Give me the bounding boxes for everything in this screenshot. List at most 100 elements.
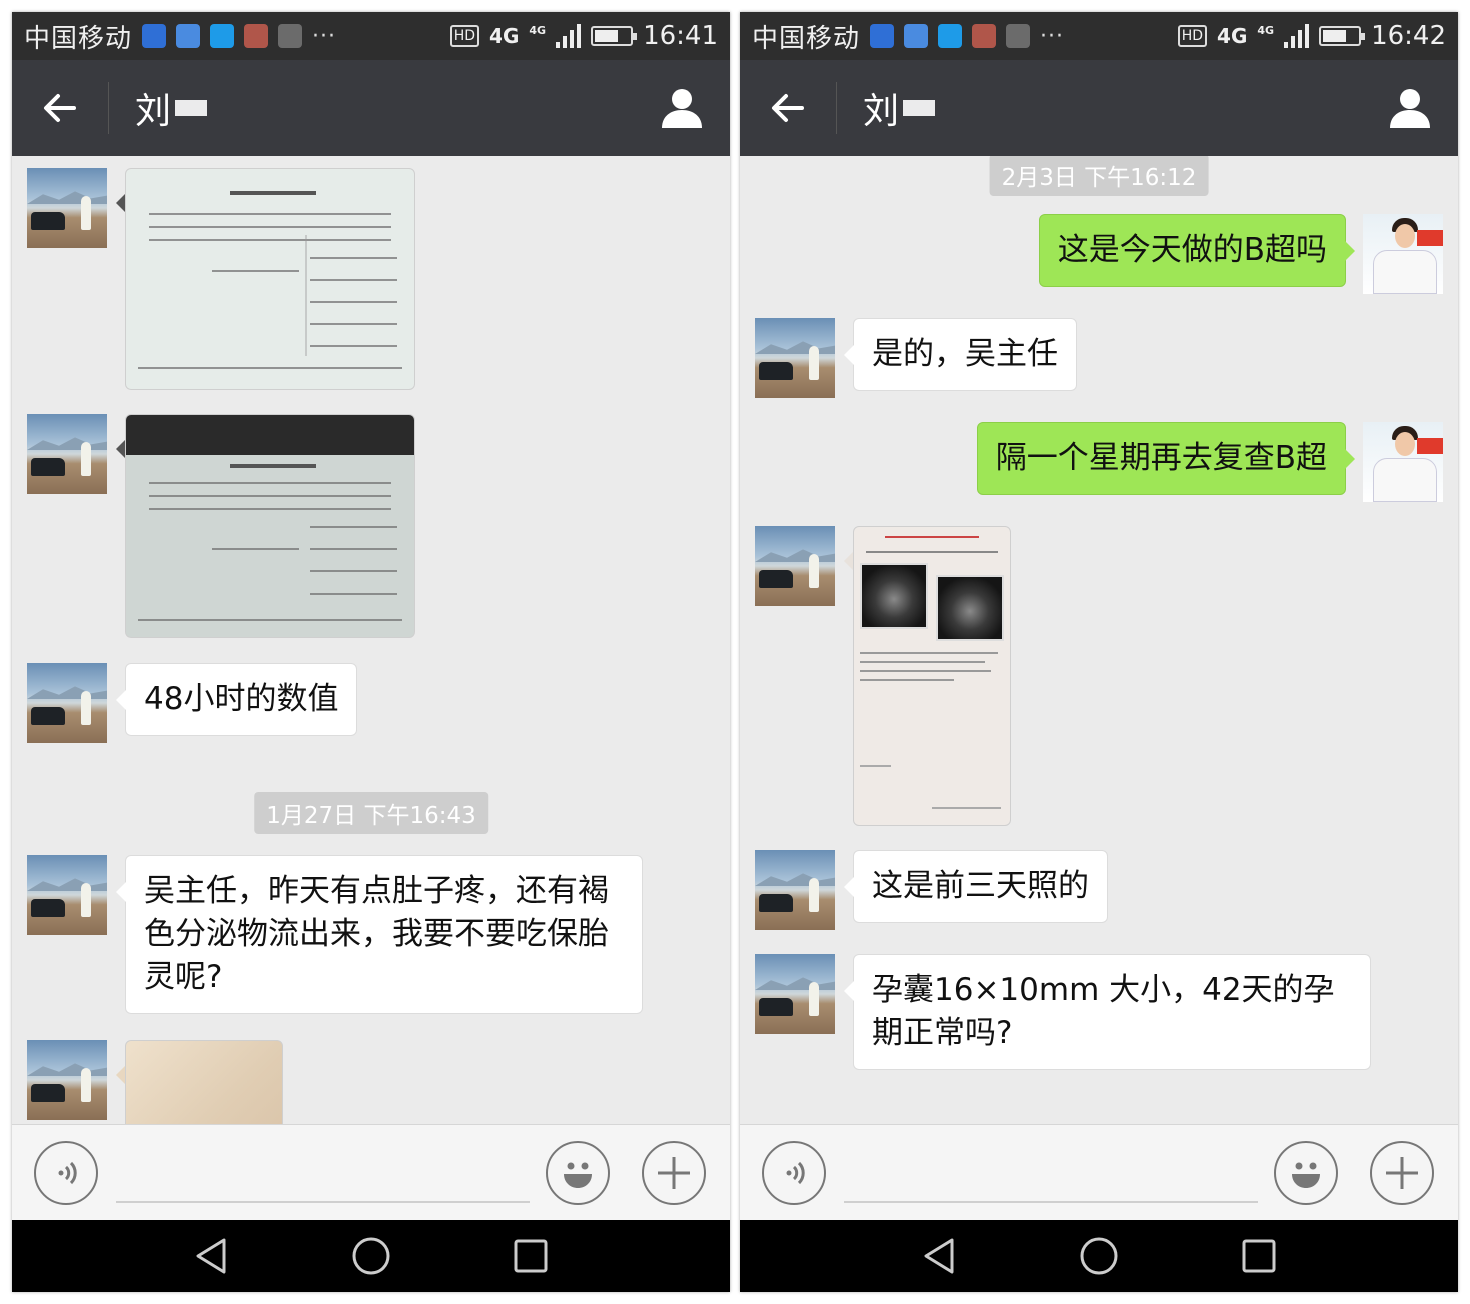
nav-back-icon [196,1238,226,1274]
header-divider [836,82,837,134]
clock: 16:41 [643,21,718,51]
contact-avatar[interactable] [27,855,107,935]
nav-back-button[interactable] [190,1234,234,1278]
back-button[interactable] [740,60,836,156]
header-divider [108,82,109,134]
lab-report-photo [125,414,415,638]
contact-avatar[interactable] [27,663,107,743]
voice-icon [786,1161,805,1185]
status-bar: 中国移动 ··· HD 4G 4G 16:41 [12,12,730,60]
notification-icons: ··· [870,24,1064,49]
battery-icon [1319,26,1366,46]
back-arrow-icon [44,94,76,122]
message-input[interactable] [844,1201,1258,1203]
contact-avatar[interactable] [27,1040,107,1120]
nav-recents-icon [514,1239,548,1273]
hd-icon: HD [449,25,480,47]
contact-avatar[interactable] [755,526,835,606]
text-message[interactable]: 这是前三天照的 [844,850,1108,923]
more-button[interactable] [1370,1141,1434,1205]
nav-back-button[interactable] [918,1234,962,1278]
notification-icons: ··· [142,24,336,49]
photo-app-icon [972,24,997,48]
chat-title: 刘 [863,82,936,134]
ultrasound-report-photo [853,526,1011,826]
nav-home-button[interactable] [1077,1234,1121,1278]
signal-icon [1284,24,1310,48]
contact-avatar[interactable] [27,168,107,248]
game-app-icon [278,24,303,48]
image-message[interactable] [116,1040,283,1124]
emoji-icon [1292,1162,1320,1188]
chart-app-icon [176,24,201,48]
chart-app-icon [904,24,929,48]
chat-app-icon [938,24,963,48]
image-message[interactable] [116,414,415,638]
system-nav-bar [12,1220,730,1292]
network-type-small: 4G [529,23,547,37]
own-avatar[interactable] [1363,422,1443,502]
text-message[interactable]: 48小时的数值 [115,663,358,736]
emoji-button[interactable] [1274,1141,1338,1205]
profile-button[interactable] [634,60,730,156]
input-bar [740,1124,1458,1220]
message-list[interactable]: 48小时的数值 1月27日 下午16:43 吴主任，昨天有点肚子疼，还有褐色分泌… [12,156,730,1124]
contact-avatar[interactable] [27,414,107,494]
voice-button[interactable] [762,1141,826,1205]
voice-button[interactable] [34,1141,98,1205]
profile-icon [1390,89,1430,128]
system-nav-bar [740,1220,1458,1292]
contact-avatar[interactable] [755,318,835,398]
shield-icon [870,24,895,48]
contact-avatar[interactable] [755,850,835,930]
carrier-label: 中国移动 [752,23,861,54]
chat-header: 刘 [740,60,1458,156]
nav-home-icon [352,1237,390,1275]
carrier-label: 中国移动 [24,23,133,54]
hd-icon: HD [1177,25,1208,47]
emoji-button[interactable] [546,1141,610,1205]
network-type: 4G [489,24,520,48]
sent-text-message[interactable]: 这是今天做的B超吗 [1038,214,1356,287]
text-message[interactable]: 孕囊16×10mm 大小，42天的孕期正常吗? [844,954,1371,1070]
profile-button[interactable] [1362,60,1458,156]
nav-back-icon [924,1238,954,1274]
network-type-small: 4G [1257,23,1275,37]
nav-recents-button[interactable] [509,1234,553,1278]
chat-title: 刘 [135,82,208,134]
message-timestamp: 1月27日 下午16:43 [254,792,488,834]
back-button[interactable] [12,60,108,156]
game-app-icon [1006,24,1031,48]
text-message[interactable]: 吴主任，昨天有点肚子疼，还有褐色分泌物流出来，我要不要吃保胎灵呢? [116,855,643,1014]
text-message[interactable]: 是的，吴主任 [844,318,1077,391]
nav-recents-icon [1242,1239,1276,1273]
chat-header: 刘 [12,60,730,156]
battery-icon [591,26,638,46]
nav-home-icon [1080,1237,1118,1275]
nav-home-button[interactable] [349,1234,393,1278]
voice-icon [58,1161,77,1185]
plus-icon [1386,1157,1418,1189]
contact-avatar[interactable] [755,954,835,1034]
input-bar [12,1124,730,1220]
chat-app-icon [210,24,235,48]
emoji-icon [564,1162,592,1188]
nav-recents-button[interactable] [1237,1234,1281,1278]
paper-photo [125,1040,283,1124]
image-message[interactable] [116,168,415,390]
plus-icon [658,1157,690,1189]
sent-text-message[interactable]: 隔一个星期再去复查B超 [976,422,1356,495]
message-input[interactable] [116,1201,530,1203]
more-notifications-icon: ··· [1040,23,1064,49]
phone-screen-right: 中国移动 ··· HD 4G 4G 16:42 刘 2月3日 下午16:12 这… [740,12,1458,1292]
status-bar: 中国移动 ··· HD 4G 4G 16:42 [740,12,1458,60]
message-list[interactable]: 2月3日 下午16:12 这是今天做的B超吗 是的，吴主任 隔一个星期再去复查B… [740,156,1458,1124]
more-button[interactable] [642,1141,706,1205]
shield-icon [142,24,167,48]
image-message[interactable] [844,526,1011,826]
back-arrow-icon [772,94,804,122]
own-avatar[interactable] [1363,214,1443,294]
message-timestamp: 2月3日 下午16:12 [989,156,1209,196]
more-notifications-icon: ··· [312,23,336,49]
clock: 16:42 [1371,21,1446,51]
